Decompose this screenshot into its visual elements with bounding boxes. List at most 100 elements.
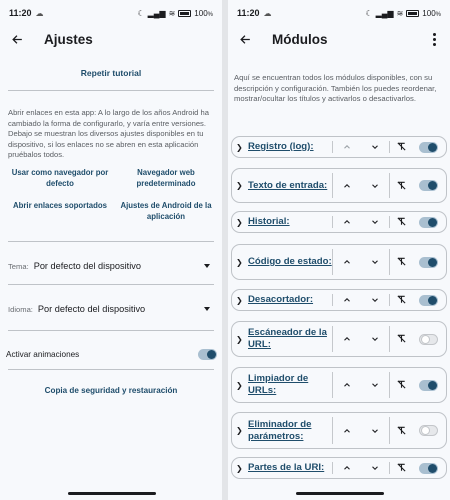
status-bar: 11:20 ☁ ☾ ▂▄▆ ≋ 100% [228, 0, 450, 26]
reorder-controls [333, 141, 389, 153]
module-enable-switch[interactable] [419, 462, 439, 474]
chevron-down-icon[interactable] [369, 294, 381, 306]
chevron-up-icon[interactable] [341, 180, 353, 192]
module-card[interactable]: ❯ Partes de la URI: [231, 457, 447, 479]
title-off-icon[interactable] [396, 216, 408, 228]
title-off-icon[interactable] [396, 256, 408, 268]
gesture-nav-bar[interactable] [68, 492, 156, 495]
page-title: Módulos [272, 31, 328, 47]
module-name[interactable]: Limpiador de URLs: [246, 373, 332, 397]
module-card[interactable]: ❯ Texto de entrada: [231, 168, 447, 203]
reorder-controls [333, 216, 389, 228]
module-enable-switch[interactable] [419, 180, 439, 191]
chevron-down-icon[interactable] [369, 462, 381, 474]
battery-icon [406, 9, 420, 17]
chevron-up-icon[interactable] [341, 425, 353, 437]
title-off-icon[interactable] [396, 141, 408, 153]
module-enable-switch[interactable] [419, 216, 439, 228]
chevron-up-icon[interactable] [341, 256, 353, 268]
module-card[interactable]: ❯ Desacortador: [231, 289, 447, 311]
default-web-browser-button[interactable]: Navegador web predeterminado [114, 168, 218, 189]
android-app-settings-button[interactable]: Ajustes de Android de la aplicación [114, 201, 218, 222]
module-name[interactable]: Escáneador de la URL: [246, 327, 332, 351]
module-card[interactable]: ❯ Limpiador de URLs: [231, 367, 447, 403]
chevron-up-icon[interactable] [341, 379, 353, 391]
module-enable-switch[interactable] [419, 294, 439, 306]
module-card[interactable]: ❯ Código de estado: [231, 244, 447, 280]
module-enable-switch[interactable] [419, 256, 439, 268]
settings-screen: 11:20 ☁ ☾ ▂▄▆ ≋ 100% Ajustes Repetir tut… [0, 0, 222, 500]
backup-restore-button[interactable]: Copia de seguridad y restauración [0, 386, 222, 395]
chevron-down-icon[interactable] [369, 333, 381, 345]
battery-percent: 100% [194, 8, 213, 18]
language-value: Por defecto del dispositivo [37, 304, 146, 314]
theme-dropdown[interactable]: Tema: Por defecto del dispositivo [8, 256, 214, 276]
chevron-right-icon[interactable]: ❯ [236, 335, 246, 344]
module-tools [390, 180, 446, 192]
chevron-right-icon[interactable]: ❯ [236, 464, 246, 473]
module-card[interactable]: ❯ Registro (log): [231, 136, 447, 158]
module-name[interactable]: Eliminador de parámetros: [246, 419, 332, 443]
module-enable-switch[interactable] [419, 379, 439, 391]
more-vert-icon[interactable] [426, 31, 442, 47]
title-off-icon[interactable] [396, 294, 408, 306]
module-enable-switch[interactable] [419, 425, 439, 436]
animations-switch[interactable] [198, 348, 217, 360]
chevron-down-icon[interactable] [369, 141, 381, 153]
do-not-disturb-icon: ☾ [365, 8, 373, 18]
module-tools [390, 141, 446, 153]
reorder-controls [333, 256, 389, 268]
use-as-default-browser-button[interactable]: Usar como navegador por defecto [8, 168, 112, 189]
arrow-back-icon[interactable] [8, 30, 26, 48]
status-time: 11:20 [9, 8, 32, 18]
divider [8, 284, 214, 285]
module-name[interactable]: Partes de la URI: [246, 462, 332, 474]
chevron-down-icon[interactable] [369, 180, 381, 192]
chevron-right-icon[interactable]: ❯ [236, 143, 246, 152]
chevron-right-icon[interactable]: ❯ [236, 426, 246, 435]
module-tools [390, 256, 446, 268]
module-name[interactable]: Código de estado: [246, 256, 332, 268]
title-off-icon[interactable] [396, 333, 408, 345]
title-off-icon[interactable] [396, 462, 408, 474]
module-enable-switch[interactable] [419, 333, 439, 345]
language-label: Idioma: [8, 304, 33, 314]
module-card[interactable]: ❯ Historial: [231, 211, 447, 233]
language-dropdown[interactable]: Idioma: Por defecto del dispositivo [8, 299, 214, 319]
wifi-icon: ≋ [168, 8, 176, 18]
module-name[interactable]: Historial: [246, 216, 332, 228]
chevron-right-icon[interactable]: ❯ [236, 218, 246, 227]
chevron-up-icon[interactable] [341, 141, 353, 153]
module-name[interactable]: Registro (log): [246, 141, 332, 153]
module-name[interactable]: Desacortador: [246, 294, 332, 306]
module-card[interactable]: ❯ Escáneador de la URL: [231, 321, 447, 357]
open-supported-links-button[interactable]: Abrir enlaces soportados [8, 201, 112, 212]
status-bar: 11:20 ☁ ☾ ▂▄▆ ≋ 100% [0, 0, 222, 26]
chevron-up-icon[interactable] [341, 216, 353, 228]
title-off-icon[interactable] [396, 180, 408, 192]
chevron-right-icon[interactable]: ❯ [236, 181, 246, 190]
chevron-right-icon[interactable]: ❯ [236, 381, 246, 390]
arrow-drop-down-icon [204, 264, 210, 268]
chevron-down-icon[interactable] [369, 216, 381, 228]
repeat-tutorial-button[interactable]: Repetir tutorial [0, 68, 222, 78]
module-enable-switch[interactable] [419, 141, 439, 153]
chevron-up-icon[interactable] [341, 294, 353, 306]
module-name[interactable]: Texto de entrada: [246, 180, 332, 192]
gesture-nav-bar[interactable] [296, 492, 384, 495]
reorder-controls [333, 333, 389, 345]
chevron-right-icon[interactable]: ❯ [236, 258, 246, 267]
chevron-up-icon[interactable] [341, 462, 353, 474]
title-off-icon[interactable] [396, 425, 408, 437]
title-off-icon[interactable] [396, 379, 408, 391]
chevron-down-icon[interactable] [369, 379, 381, 391]
chevron-down-icon[interactable] [369, 425, 381, 437]
chevron-up-icon[interactable] [341, 333, 353, 345]
chevron-right-icon[interactable]: ❯ [236, 296, 246, 305]
theme-label: Tema: [8, 261, 29, 271]
chevron-down-icon[interactable] [369, 256, 381, 268]
arrow-back-icon[interactable] [236, 30, 254, 48]
divider [8, 369, 214, 370]
module-card[interactable]: ❯ Eliminador de parámetros: [231, 412, 447, 449]
module-tools [390, 294, 446, 306]
